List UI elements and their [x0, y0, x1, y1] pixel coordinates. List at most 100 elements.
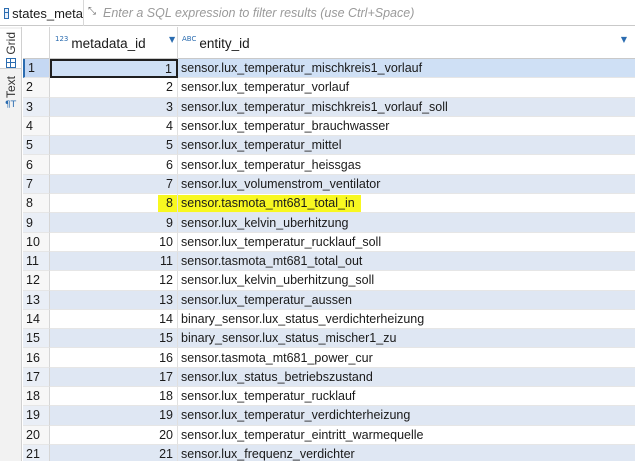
- table-row[interactable]: 6 6 sensor.lux_temperatur_heissgas: [23, 155, 635, 175]
- cell-metadata-id-value: 19: [159, 408, 173, 423]
- cell-metadata-id[interactable]: 4: [50, 116, 178, 137]
- cell-entity-id-value: sensor.lux_temperatur_heissgas: [181, 157, 361, 172]
- cell-metadata-id[interactable]: 6: [50, 155, 178, 175]
- table-row[interactable]: 17 17 sensor.lux_status_betriebszustand: [23, 367, 635, 388]
- table-row[interactable]: 7 7 sensor.lux_volumenstrom_ventilator: [23, 174, 635, 195]
- row-number[interactable]: 9: [23, 213, 50, 233]
- table-row[interactable]: 2 2 sensor.lux_temperatur_vorlauf: [23, 78, 635, 98]
- cell-entity-id[interactable]: sensor.lux_temperatur_vorlauf: [178, 78, 635, 98]
- table-row[interactable]: 4 4 sensor.lux_temperatur_brauchwasser: [23, 116, 635, 137]
- table-row[interactable]: 1 1 sensor.lux_temperatur_mischkreis1_vorl…: [23, 59, 635, 79]
- cell-metadata-id[interactable]: 11: [50, 251, 178, 272]
- cell-metadata-id[interactable]: 17: [50, 367, 178, 388]
- table-tab[interactable]: states_meta: [0, 0, 84, 26]
- row-number[interactable]: 5: [23, 136, 50, 156]
- cell-entity-id[interactable]: sensor.tasmota_mt681_total_in: [178, 194, 635, 214]
- cell-metadata-id[interactable]: 18: [50, 387, 178, 407]
- cell-entity-id[interactable]: sensor.tasmota_mt681_total_out: [178, 251, 635, 272]
- row-number[interactable]: 3: [23, 97, 50, 117]
- sort-filter-icon[interactable]: ▼: [169, 35, 175, 44]
- table-row[interactable]: 18 18 sensor.lux_temperatur_rucklauf: [23, 387, 635, 407]
- cell-metadata-id-value: 17: [159, 369, 173, 384]
- cell-metadata-id[interactable]: 8: [50, 194, 178, 214]
- cell-metadata-id[interactable]: 20: [50, 425, 178, 445]
- cell-metadata-id[interactable]: 5: [50, 136, 178, 156]
- table-row[interactable]: 12 12 sensor.lux_kelvin_uberhitzung_soll: [23, 271, 635, 291]
- cell-entity-id[interactable]: sensor.lux_temperatur_mischkreis1_vorlau…: [178, 59, 635, 79]
- cell-metadata-id[interactable]: 14: [50, 309, 178, 330]
- row-number[interactable]: 20: [23, 425, 50, 445]
- row-number[interactable]: 21: [23, 444, 50, 461]
- row-number[interactable]: 12: [23, 271, 50, 291]
- cell-entity-id[interactable]: sensor.lux_temperatur_rucklauf: [178, 387, 635, 407]
- cell-entity-id[interactable]: sensor.lux_temperatur_mischkreis1_vorlau…: [178, 97, 635, 117]
- cell-entity-id[interactable]: sensor.tasmota_mt681_power_cur: [178, 348, 635, 368]
- row-number-header[interactable]: [23, 27, 50, 59]
- cell-metadata-id[interactable]: 3: [50, 97, 178, 117]
- row-number[interactable]: 11: [23, 251, 50, 272]
- cell-entity-id[interactable]: binary_sensor.lux_status_verdichterheizu…: [178, 310, 635, 330]
- cell-metadata-id[interactable]: 13: [50, 290, 178, 310]
- row-number[interactable]: 10: [23, 232, 50, 252]
- table-row[interactable]: 11 11 sensor.tasmota_mt681_total_out: [23, 251, 635, 272]
- results-grid: 123 metadata_id ▼ ABC entity_id ▼ 1 1 sens…: [23, 27, 635, 461]
- table-row[interactable]: 9 9 sensor.lux_kelvin_uberhitzung: [23, 213, 635, 233]
- cell-metadata-id[interactable]: 12: [50, 271, 178, 291]
- expand-arrows-icon[interactable]: ⤡: [88, 6, 96, 17]
- table-row[interactable]: 15 15 binary_sensor.lux_status_mischer1_zu: [23, 329, 635, 349]
- column-header-entity-id[interactable]: ABC entity_id ▼: [178, 27, 635, 59]
- table-row[interactable]: 3 3 sensor.lux_temperatur_mischkreis1_vorl…: [23, 97, 635, 117]
- cell-metadata-id[interactable]: 7: [50, 174, 178, 195]
- cell-entity-id[interactable]: sensor.lux_kelvin_uberhitzung_soll: [178, 271, 635, 291]
- cell-entity-id[interactable]: binary_sensor.lux_status_mischer1_zu: [178, 329, 635, 349]
- row-number[interactable]: 17: [23, 367, 50, 388]
- cell-entity-id[interactable]: sensor.lux_temperatur_aussen: [178, 290, 635, 310]
- table-row[interactable]: 10 10 sensor.lux_temperatur_rucklauf_soll: [23, 232, 635, 252]
- cell-metadata-id[interactable]: 15: [50, 329, 178, 349]
- table-row[interactable]: 5 5 sensor.lux_temperatur_mittel: [23, 136, 635, 156]
- cell-entity-id[interactable]: sensor.lux_temperatur_verdichterheizung: [178, 406, 635, 426]
- row-number[interactable]: 15: [23, 329, 50, 349]
- row-number[interactable]: 6: [23, 155, 50, 175]
- cell-metadata-id[interactable]: 16: [50, 348, 178, 368]
- cell-metadata-id[interactable]: 9: [50, 213, 178, 233]
- table-row[interactable]: 19 19 sensor.lux_temperatur_verdichterheiz…: [23, 406, 635, 426]
- table-row[interactable]: 21 21 sensor.lux_frequenz_verdichter: [23, 444, 635, 461]
- row-number[interactable]: 16: [23, 348, 50, 368]
- row-number[interactable]: 2: [23, 78, 50, 98]
- cell-entity-id[interactable]: sensor.lux_frequenz_verdichter: [178, 444, 635, 461]
- table-row[interactable]: 8 8 sensor.tasmota_mt681_total_in: [23, 194, 635, 214]
- cell-entity-id[interactable]: sensor.lux_temperatur_heissgas: [178, 155, 635, 175]
- table-row[interactable]: 13 13 sensor.lux_temperatur_aussen: [23, 290, 635, 310]
- cell-metadata-id[interactable]: 19: [50, 406, 178, 426]
- cell-metadata-id[interactable]: 2: [50, 78, 178, 98]
- row-number[interactable]: 19: [23, 406, 50, 426]
- sql-filter-input[interactable]: [103, 4, 623, 22]
- column-header-metadata-id[interactable]: 123 metadata_id ▼: [50, 27, 178, 59]
- cell-entity-id[interactable]: sensor.lux_temperatur_brauchwasser: [178, 117, 635, 137]
- table-row[interactable]: 20 20 sensor.lux_temperatur_eintritt_warme…: [23, 425, 635, 445]
- sort-filter-icon[interactable]: ▼: [621, 35, 627, 44]
- cell-entity-id[interactable]: sensor.lux_kelvin_uberhitzung: [178, 213, 635, 233]
- cell-metadata-id-value: 14: [159, 312, 173, 326]
- row-number[interactable]: 7: [23, 174, 50, 195]
- table-row[interactable]: 14 14 binary_sensor.lux_status_verdichterh…: [23, 309, 635, 330]
- cell-entity-id[interactable]: sensor.lux_volumenstrom_ventilator: [178, 174, 635, 195]
- cell-metadata-id[interactable]: 21: [50, 444, 178, 461]
- row-number[interactable]: 18: [23, 387, 50, 407]
- cell-metadata-id[interactable]: 10: [50, 232, 178, 252]
- cell-metadata-id-value: 2: [166, 80, 173, 95]
- cell-entity-id[interactable]: sensor.lux_temperatur_rucklauf_soll: [178, 233, 635, 252]
- cell-entity-id[interactable]: sensor.lux_status_betriebszustand: [178, 367, 635, 388]
- row-number[interactable]: 4: [23, 116, 50, 137]
- cell-metadata-id[interactable]: 1: [50, 59, 178, 79]
- row-number[interactable]: 1: [23, 59, 50, 79]
- row-number[interactable]: 14: [23, 309, 50, 330]
- row-number[interactable]: 13: [23, 290, 50, 310]
- cell-entity-id[interactable]: sensor.lux_temperatur_mittel: [178, 136, 635, 156]
- tab-text[interactable]: Text ¶T: [0, 73, 21, 123]
- table-row[interactable]: 16 16 sensor.tasmota_mt681_power_cur: [23, 348, 635, 368]
- tab-grid[interactable]: Grid: [0, 29, 21, 69]
- row-number[interactable]: 8: [23, 194, 50, 214]
- cell-entity-id[interactable]: sensor.lux_temperatur_eintritt_warmequel…: [178, 426, 635, 445]
